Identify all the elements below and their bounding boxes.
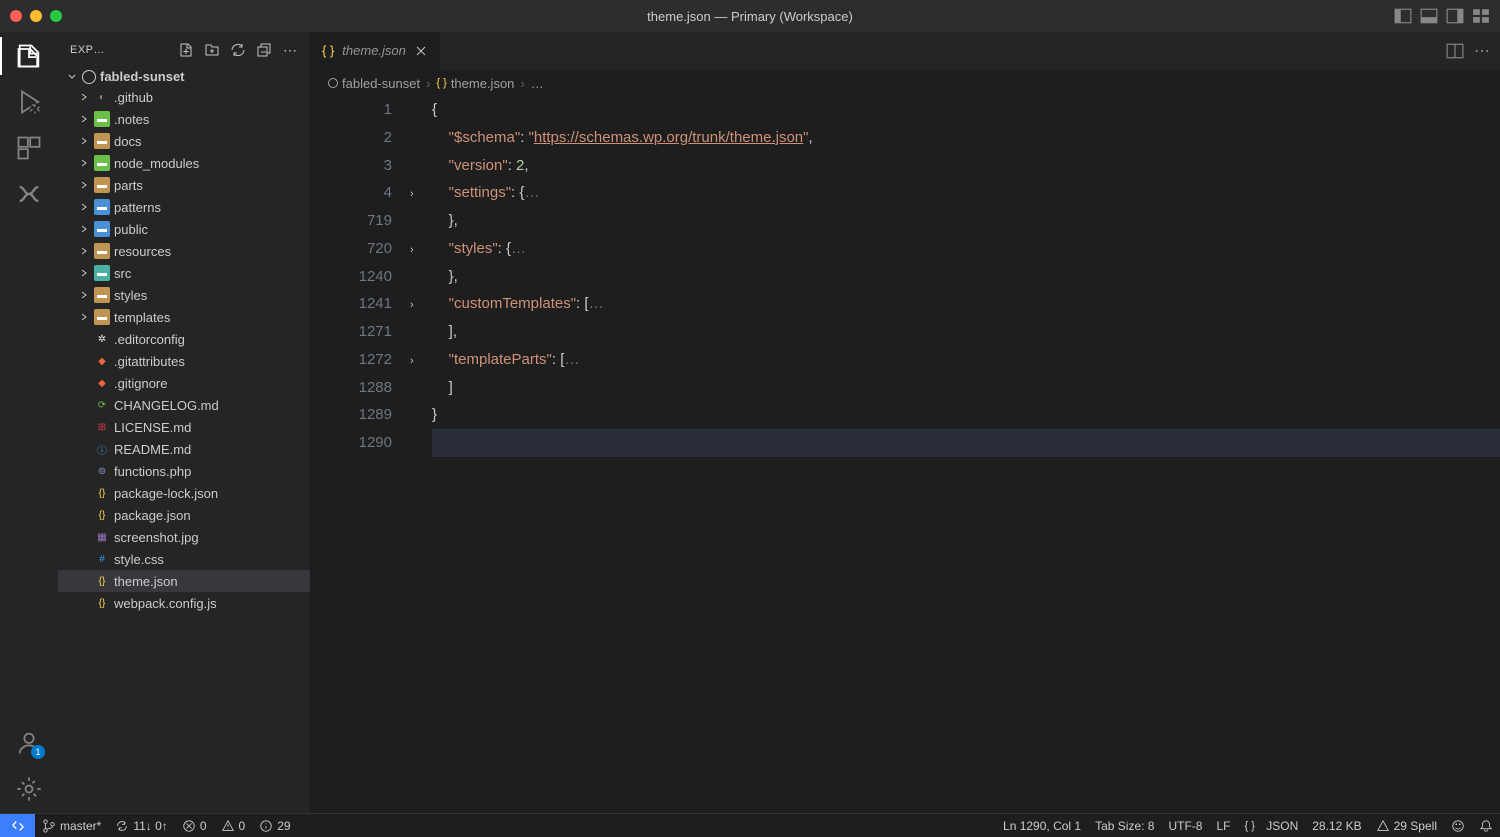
settings-gear-icon[interactable] [15,775,43,803]
notifications-icon[interactable] [1472,814,1500,837]
folder-item[interactable]: ▬node_modules [58,152,310,174]
problems-warnings[interactable]: 0 [214,814,253,837]
folder-item[interactable]: ▬resources [58,240,310,262]
circle-icon [82,70,96,84]
explorer-header: EXP… ⋯ [58,32,310,67]
file-item[interactable]: #style.css [58,548,310,570]
breadcrumb-root[interactable]: fabled-sunset [328,76,420,91]
minimize-window-button[interactable] [30,10,42,22]
code-editor[interactable]: 12347197201240124112711272128812891290 ›… [310,96,1500,813]
file-item[interactable]: {}package.json [58,504,310,526]
remote-indicator[interactable] [0,814,35,837]
file-item[interactable]: {}theme.json [58,570,310,592]
file-item[interactable]: {}package-lock.json [58,482,310,504]
explorer-title: EXP… [70,44,172,56]
titlebar: theme.json — Primary (Workspace) [0,0,1500,32]
file-item[interactable]: {}webpack.config.js [58,592,310,614]
panel-bottom-icon[interactable] [1420,7,1438,25]
file-item[interactable]: ▦screenshot.jpg [58,526,310,548]
encoding[interactable]: UTF-8 [1161,814,1209,837]
folder-item[interactable]: ▬public [58,218,310,240]
new-folder-icon[interactable] [204,42,220,58]
run-debug-icon[interactable] [15,88,43,116]
file-item[interactable]: ◆.gitattributes [58,350,310,372]
curved-icon[interactable] [15,180,43,208]
tab-theme-json[interactable]: { } theme.json [310,32,441,70]
folder-item[interactable]: ▬patterns [58,196,310,218]
filesize[interactable]: 28.12 KB [1305,814,1368,837]
more-actions-icon[interactable]: ⋯ [282,42,298,58]
folder-item[interactable]: ▬src [58,262,310,284]
indent-setting[interactable]: Tab Size: 8 [1088,814,1161,837]
accounts-icon[interactable]: 1 [15,729,43,757]
editor-tabs: { } theme.json ⋯ [310,32,1500,70]
cursor-position[interactable]: Ln 1290, Col 1 [996,814,1088,837]
customize-layout-icon[interactable] [1472,7,1490,25]
split-editor-icon[interactable] [1446,42,1464,60]
problems-info[interactable]: 29 [252,814,297,837]
statusbar: master* 11↓ 0↑ 0 0 29 Ln 1290, Col 1 Tab… [0,813,1500,837]
file-tree: fabled-sunset ◐.github▬.notes▬docs▬node_… [58,67,310,813]
window-title: theme.json — Primary (Workspace) [647,9,853,24]
folder-item[interactable]: ▬docs [58,130,310,152]
maximize-window-button[interactable] [50,10,62,22]
folder-item[interactable]: ◐.github [58,86,310,108]
folder-item[interactable]: ▬.notes [58,108,310,130]
panel-left-icon[interactable] [1394,7,1412,25]
accounts-badge: 1 [31,745,45,759]
panel-right-icon[interactable] [1446,7,1464,25]
collapse-all-icon[interactable] [256,42,272,58]
editor-area: { } theme.json ⋯ fabled-sunset › { } the… [310,32,1500,813]
breadcrumb-more[interactable]: … [531,76,544,91]
breadcrumb-file[interactable]: { } theme.json [436,76,514,91]
extensions-icon[interactable] [15,134,43,162]
activity-bar: 1 [0,32,58,813]
root-folder[interactable]: fabled-sunset [58,67,310,86]
spell-check[interactable]: 29 Spell [1369,814,1444,837]
feedback-icon[interactable] [1444,814,1472,837]
git-branch[interactable]: master* [35,814,108,837]
problems-errors[interactable]: 0 [175,814,214,837]
file-item[interactable]: ⊚functions.php [58,460,310,482]
folder-item[interactable]: ▬templates [58,306,310,328]
close-tab-icon[interactable] [414,44,428,58]
explorer-icon[interactable] [15,42,43,70]
file-item[interactable]: ⟳CHANGELOG.md [58,394,310,416]
language-mode[interactable]: { } JSON [1237,814,1305,837]
file-item[interactable]: ⓘREADME.md [58,438,310,460]
close-window-button[interactable] [10,10,22,22]
git-sync[interactable]: 11↓ 0↑ [108,814,174,837]
folder-item[interactable]: ▬styles [58,284,310,306]
file-item[interactable]: ⊞LICENSE.md [58,416,310,438]
breadcrumbs: fabled-sunset › { } theme.json › … [310,70,1500,96]
circle-icon [328,78,338,88]
file-item[interactable]: ✲.editorconfig [58,328,310,350]
explorer-sidebar: EXP… ⋯ fabled-sunset ◐.github▬.notes▬doc… [58,32,310,813]
folder-item[interactable]: ▬parts [58,174,310,196]
more-editor-actions-icon[interactable]: ⋯ [1474,41,1490,61]
window-controls [10,10,62,22]
eol[interactable]: LF [1209,814,1237,837]
file-item[interactable]: ◆.gitignore [58,372,310,394]
new-file-icon[interactable] [178,42,194,58]
refresh-icon[interactable] [230,42,246,58]
